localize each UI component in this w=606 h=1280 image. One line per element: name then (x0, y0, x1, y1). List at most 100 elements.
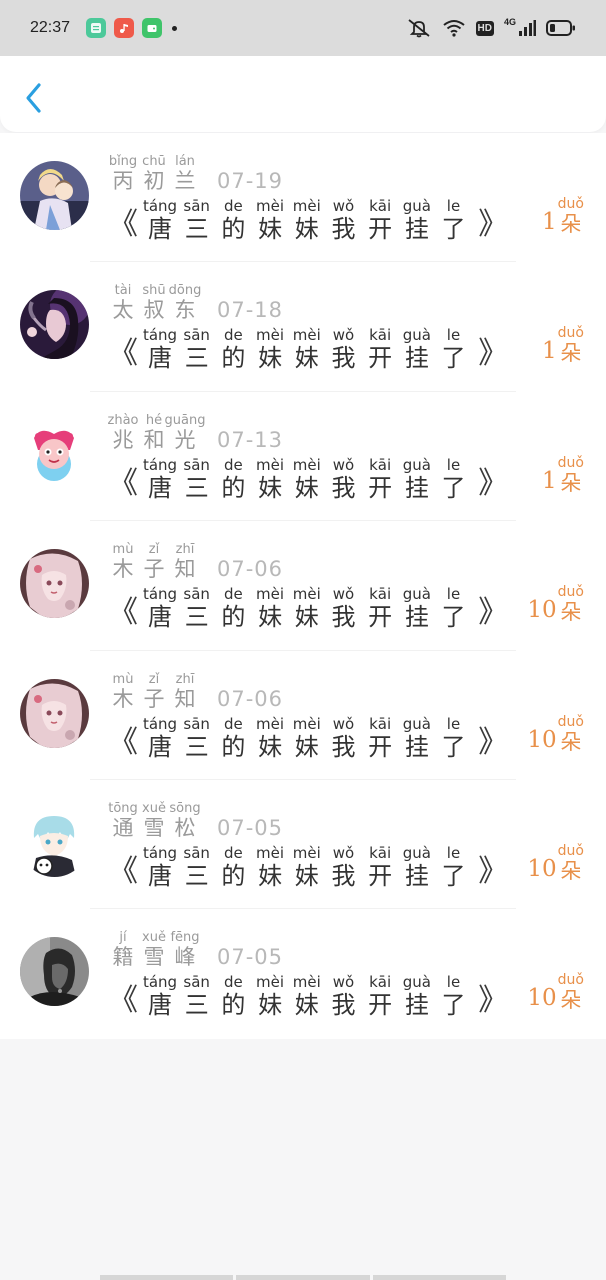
sender-name: mù 木 zǐ 子 zhī 知 07-06 (108, 541, 283, 581)
title-char: sān 三 (183, 714, 210, 761)
title-char: sān 三 (183, 585, 210, 632)
flower-unit: duǒ 朵 (557, 842, 584, 883)
title-char: mèi 妹 (292, 197, 321, 244)
nav-segment (100, 1275, 234, 1280)
title-char: mèi 妹 (256, 843, 285, 890)
title-char: táng 唐 (142, 455, 178, 502)
title-open-bracket: 《 (108, 207, 138, 242)
avatar[interactable] (20, 678, 89, 748)
name-char: zǐ 子 (143, 671, 165, 711)
title-char: mèi 妹 (256, 973, 285, 1020)
name-char: tài 太 (112, 283, 134, 323)
notes-app-icon (86, 18, 106, 38)
title-char: guà 挂 (402, 843, 431, 890)
title-close-bracket: 》 (478, 207, 509, 242)
name-char: shū 叔 (142, 283, 166, 323)
gift-record-list: bǐng 丙 chū 初 lán 兰 07-19 《 táng 唐 sān 三 de 的 m… (0, 133, 606, 1039)
title-char: kāi 开 (368, 455, 393, 502)
flower-count-value: 10 (527, 597, 557, 624)
title-char: sān 三 (183, 973, 210, 1020)
sender-name: jí 籍 xuě 雪 fēng 峰 07-05 (108, 929, 283, 969)
title-close-bracket: 》 (478, 983, 509, 1019)
name-char: zǐ 子 (143, 542, 165, 582)
title-char: sān 三 (183, 455, 210, 502)
title-char: táng 唐 (142, 973, 178, 1020)
title-char: wǒ 我 (331, 585, 356, 632)
list-item[interactable]: mù 木 zǐ 子 zhī 知 07-06 《 táng 唐 sān 三 de 的 mèi 妹… (0, 651, 606, 780)
book-title[interactable]: 《 táng 唐 sān 三 de 的 mèi 妹 mèi 妹 wǒ 我 kāi 开 guà 挂… (108, 843, 508, 890)
avatar[interactable] (20, 419, 89, 489)
network-type-label: 4G (503, 17, 516, 27)
title-char: kāi 开 (368, 843, 393, 890)
list-item[interactable]: bǐng 丙 chū 初 lán 兰 07-19 《 táng 唐 sān 三 de 的 m… (0, 133, 606, 263)
list-item[interactable]: zhào 兆 hé 和 guāng 光 07-13 《 táng 唐 sān 三 de 的 … (0, 392, 606, 522)
sender-name: tōng 通 xuě 雪 sōng 松 07-05 (108, 800, 283, 840)
title-char: mèi 妹 (292, 326, 321, 373)
name-char: mù 木 (112, 671, 134, 711)
flower-unit: duǒ 朵 (557, 454, 584, 495)
title-char: wǒ 我 (331, 843, 356, 890)
title-char: táng 唐 (142, 326, 178, 373)
list-item[interactable]: tōng 通 xuě 雪 sōng 松 07-05 《 táng 唐 sān 三 de 的 … (0, 780, 606, 910)
gesture-nav-bar[interactable] (100, 1275, 506, 1280)
status-time: 22:37 (30, 19, 71, 36)
title-char: kāi 开 (368, 326, 393, 373)
title-char: kāi 开 (368, 585, 393, 632)
avatar[interactable] (20, 937, 89, 1007)
title-open-bracket: 《 (108, 853, 138, 889)
book-title[interactable]: 《 táng 唐 sān 三 de 的 mèi 妹 mèi 妹 wǒ 我 kāi 开 guà 挂… (108, 455, 508, 502)
flower-count: 10 duǒ 朵 (527, 713, 584, 754)
title-char: mèi 妹 (256, 455, 285, 502)
name-char: zhī 知 (174, 671, 196, 711)
name-char: xuě 雪 (142, 800, 166, 840)
list-item[interactable]: mù 木 zǐ 子 zhī 知 07-06 《 táng 唐 sān 三 de 的 mèi 妹… (0, 521, 606, 651)
title-char: guà 挂 (402, 197, 431, 244)
gift-date: 07-19 (217, 169, 284, 193)
title-char: wǒ 我 (331, 973, 356, 1020)
sender-name: zhào 兆 hé 和 guāng 光 07-13 (108, 412, 283, 452)
title-char: guà 挂 (402, 455, 431, 502)
title-char: kāi 开 (368, 197, 393, 244)
flower-count: 1 duǒ 朵 (542, 454, 584, 495)
name-char: zhī 知 (174, 542, 196, 582)
title-char: de 的 (221, 973, 246, 1020)
title-char: le 了 (441, 197, 466, 244)
title-char: kāi 开 (368, 714, 393, 761)
title-char: táng 唐 (142, 843, 178, 890)
title-open-bracket: 《 (108, 595, 138, 631)
title-char: kāi 开 (368, 973, 393, 1020)
book-title[interactable]: 《 táng 唐 sān 三 de 的 mèi 妹 mèi 妹 wǒ 我 kāi 开 guà 挂… (108, 197, 509, 244)
book-title[interactable]: 《 táng 唐 sān 三 de 的 mèi 妹 mèi 妹 wǒ 我 kāi 开 guà 挂… (108, 326, 508, 373)
avatar[interactable] (20, 549, 89, 619)
title-close-bracket: 》 (478, 724, 509, 760)
chevron-left-icon (26, 83, 41, 113)
flower-count: 1 duǒ 朵 (542, 197, 584, 237)
name-char: xuě 雪 (142, 930, 166, 970)
flower-count: 1 duǒ 朵 (542, 326, 584, 366)
title-char: wǒ 我 (331, 455, 356, 502)
title-char: de 的 (221, 585, 246, 632)
name-char: zhào 兆 (107, 412, 139, 452)
avatar[interactable] (20, 161, 89, 230)
title-char: táng 唐 (142, 714, 178, 761)
title-char: le 了 (441, 326, 466, 373)
avatar[interactable] (20, 290, 89, 360)
avatar[interactable] (20, 807, 89, 877)
gift-date: 07-06 (217, 686, 284, 711)
flower-unit: duǒ 朵 (557, 713, 584, 754)
book-title[interactable]: 《 táng 唐 sān 三 de 的 mèi 妹 mèi 妹 wǒ 我 kāi 开 guà 挂… (108, 585, 508, 632)
title-open-bracket: 《 (108, 336, 138, 372)
list-item[interactable]: tài 太 shū 叔 dōng 东 07-18 《 táng 唐 sān 三 de 的 m… (0, 262, 606, 392)
title-char: de 的 (221, 714, 246, 761)
list-item[interactable]: jí 籍 xuě 雪 fēng 峰 07-05 《 táng 唐 sān 三 de 的 mè… (0, 909, 606, 1038)
back-button[interactable] (18, 80, 50, 116)
flower-count: 10 duǒ 朵 (527, 972, 584, 1013)
flower-unit: duǒ 朵 (557, 972, 584, 1013)
book-title[interactable]: 《 táng 唐 sān 三 de 的 mèi 妹 mèi 妹 wǒ 我 kāi 开 guà 挂… (108, 973, 509, 1020)
sender-name: tài 太 shū 叔 dōng 东 07-18 (108, 282, 283, 322)
system-status: HD 4G (406, 0, 576, 56)
gift-date: 07-13 (217, 427, 284, 452)
title-char: wǒ 我 (331, 714, 356, 761)
name-char: dōng 东 (168, 283, 202, 323)
book-title[interactable]: 《 táng 唐 sān 三 de 的 mèi 妹 mèi 妹 wǒ 我 kāi 开 guà 挂… (108, 714, 509, 761)
